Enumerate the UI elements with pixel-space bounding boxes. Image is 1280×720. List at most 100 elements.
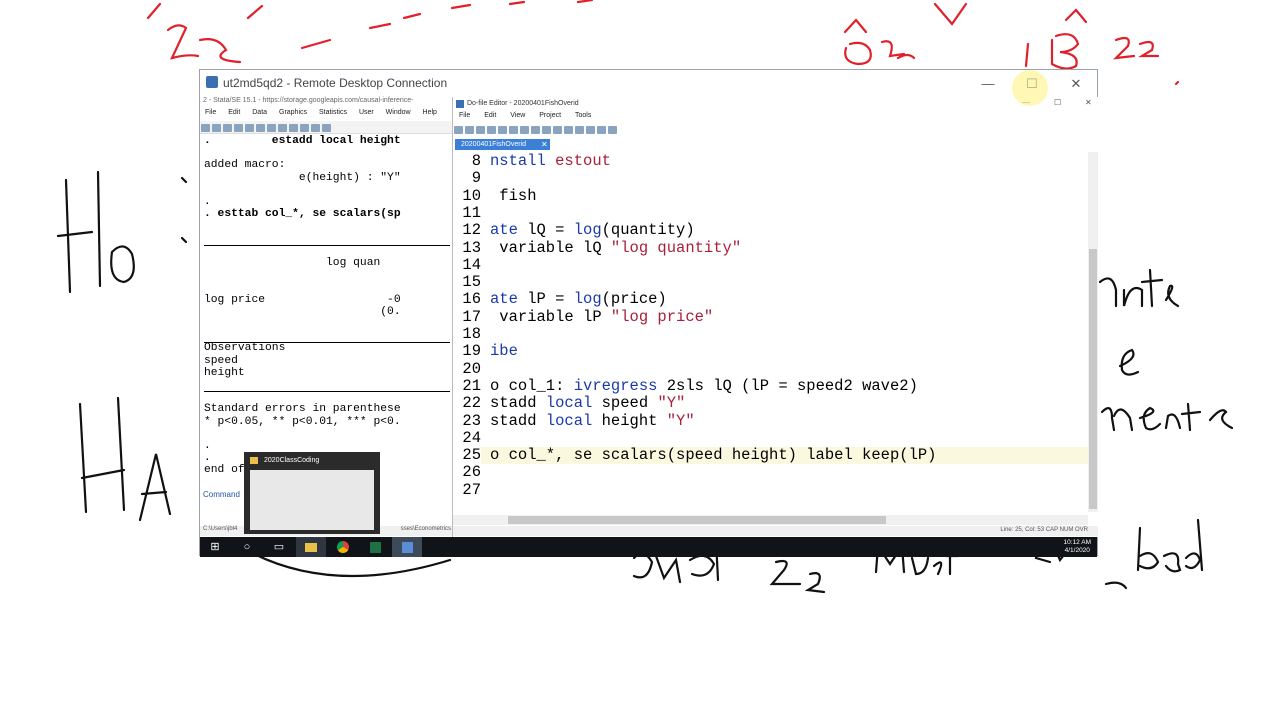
stata-menu-data[interactable]: Data	[252, 109, 267, 116]
code-line[interactable]: ibe	[490, 342, 518, 360]
line-number: 27	[462, 480, 481, 499]
print-icon[interactable]	[223, 124, 232, 132]
cursor-highlight	[1012, 70, 1048, 106]
remote-desktop-window[interactable]: ut2md5qd2 - Remote Desktop Connection — …	[199, 69, 1098, 557]
stata-menu-user[interactable]: User	[359, 109, 374, 116]
code-token: ate	[490, 221, 518, 240]
file-explorer-icon[interactable]	[296, 537, 326, 557]
code-line[interactable]: variable lP "log price"	[490, 308, 713, 326]
do-file-status-bar: Line: 25, Col: 53 CAP NUM OVR	[453, 526, 1098, 536]
do-menu-project[interactable]: Project	[539, 112, 561, 119]
variables-manager-icon[interactable]	[300, 124, 309, 132]
do-menu-tools[interactable]: Tools	[575, 112, 591, 119]
stata-menu-edit[interactable]: Edit	[228, 109, 240, 116]
code-line[interactable]: stadd local speed "Y"	[490, 394, 685, 412]
line-number: 16	[462, 290, 481, 309]
graph-icon[interactable]	[256, 124, 265, 132]
do-file-maximize-button[interactable]: ☐	[1054, 98, 1061, 107]
line-number: 13	[462, 238, 481, 257]
code-token: "Y"	[666, 411, 695, 430]
do-file-editor-icon[interactable]	[267, 124, 276, 132]
task-view-icon[interactable]: ▭	[264, 537, 294, 557]
stata-menu-file[interactable]: File	[205, 109, 216, 116]
do-menu-file[interactable]: File	[459, 112, 470, 119]
line-number: 23	[462, 411, 481, 430]
stata-menu-help[interactable]: Help	[423, 109, 437, 116]
code-line[interactable]: ate lQ = log(quantity)	[490, 221, 695, 239]
search-icon[interactable]: ○	[232, 537, 262, 557]
code-line[interactable]: o col_*, se scalars(speed height) label …	[490, 446, 936, 464]
run-icon[interactable]	[597, 126, 606, 134]
rdp-app-icon	[206, 76, 218, 88]
code-line[interactable]: fish	[490, 187, 536, 205]
cursor-position-status: Line: 25, Col: 53 CAP NUM OVR	[1000, 527, 1088, 533]
viewer-icon[interactable]	[245, 124, 254, 132]
line-number: 15	[462, 273, 481, 292]
code-line[interactable]: o col_1: ivregress 2sls lQ (lP = speed2 …	[490, 377, 918, 395]
line-number: 26	[462, 463, 481, 482]
excel-icon[interactable]	[360, 537, 390, 557]
working-directory-tail: sses\Econometrics	[400, 526, 451, 532]
data-browser-icon[interactable]	[289, 124, 298, 132]
open-icon[interactable]	[465, 126, 474, 134]
code-line[interactable]: stadd local height "Y"	[490, 412, 695, 430]
rdp-title-bar[interactable]: ut2md5qd2 - Remote Desktop Connection — …	[200, 70, 1097, 97]
stata-menu-graphics[interactable]: Graphics	[279, 109, 307, 116]
copy-icon[interactable]	[520, 126, 529, 134]
do-file-title-bar[interactable]: Do-file Editor - 20200401FishOverid — ☐ …	[453, 97, 1098, 111]
new-icon[interactable]	[454, 126, 463, 134]
code-token: local	[545, 394, 593, 413]
vertical-scroll-thumb[interactable]	[1089, 249, 1097, 509]
code-line[interactable]: ate lP = log(price)	[490, 290, 667, 308]
do-file-editor-window[interactable]: Do-file Editor - 20200401FishOverid — ☐ …	[452, 97, 1098, 537]
do-menu-edit[interactable]: Edit	[484, 112, 496, 119]
cut-icon[interactable]	[509, 126, 518, 134]
remote-desktop-icon[interactable]	[392, 537, 422, 557]
tab-close-icon[interactable]: ✕	[541, 139, 548, 150]
save-icon[interactable]	[212, 124, 221, 132]
results-line: log quan	[204, 257, 381, 269]
data-editor-icon[interactable]	[278, 124, 287, 132]
clock-time: 10:12 AM	[1063, 539, 1091, 546]
results-window[interactable]: . estadd local height added macro: e(heig…	[200, 135, 450, 480]
system-tray-clock[interactable]: 10:12 AM 4/1/2020	[1064, 539, 1091, 555]
save-icon[interactable]	[476, 126, 485, 134]
outdent-icon[interactable]	[575, 126, 584, 134]
windows-icon[interactable]: ⊞	[200, 537, 230, 557]
do-file-close-button[interactable]: ✕	[1085, 98, 1092, 107]
folder-icon	[250, 457, 258, 464]
results-line: log price -0	[204, 293, 401, 306]
find-icon[interactable]	[498, 126, 507, 134]
break-icon[interactable]	[322, 124, 331, 132]
code-line[interactable]: nstall estout	[490, 152, 611, 170]
stata-menu-window[interactable]: Window	[386, 109, 411, 116]
code-editor[interactable]: 8 nstall estout 9 10 fish 11 12 ate lQ = log(q…	[453, 152, 1088, 512]
undo-icon[interactable]	[542, 126, 551, 134]
execute-icon[interactable]	[608, 126, 617, 134]
horizontal-scroll-thumb[interactable]	[508, 516, 886, 524]
line-number: 11	[462, 203, 481, 222]
horizontal-scrollbar[interactable]	[453, 515, 1088, 525]
chrome-icon[interactable]	[328, 537, 358, 557]
print-icon[interactable]	[487, 126, 496, 134]
stata-menu-statistics[interactable]: Statistics	[319, 109, 347, 116]
tab-do-file[interactable]: 20200401FishOverid	[455, 139, 550, 150]
bookmark-icon[interactable]	[586, 126, 595, 134]
taskbar-thumbnail-preview[interactable]: 2020ClassCoding	[244, 452, 380, 534]
more-icon[interactable]	[311, 124, 320, 132]
close-button[interactable]: ✕	[1054, 70, 1098, 97]
results-line: height	[204, 366, 245, 379]
code-token: ibe	[490, 342, 518, 361]
stata-toolbar	[200, 121, 452, 134]
indent-icon[interactable]	[564, 126, 573, 134]
log-icon[interactable]	[234, 124, 243, 132]
minimize-button[interactable]: —	[966, 70, 1010, 97]
code-line[interactable]: variable lQ "log quantity"	[490, 239, 741, 257]
redo-icon[interactable]	[553, 126, 562, 134]
vertical-scrollbar[interactable]	[1088, 152, 1098, 512]
do-file-toolbar	[453, 123, 1098, 135]
open-icon[interactable]	[201, 124, 210, 132]
paste-icon[interactable]	[531, 126, 540, 134]
do-menu-view[interactable]: View	[510, 112, 525, 119]
code-token: o col_*, se scalars(speed height) label …	[490, 446, 937, 465]
